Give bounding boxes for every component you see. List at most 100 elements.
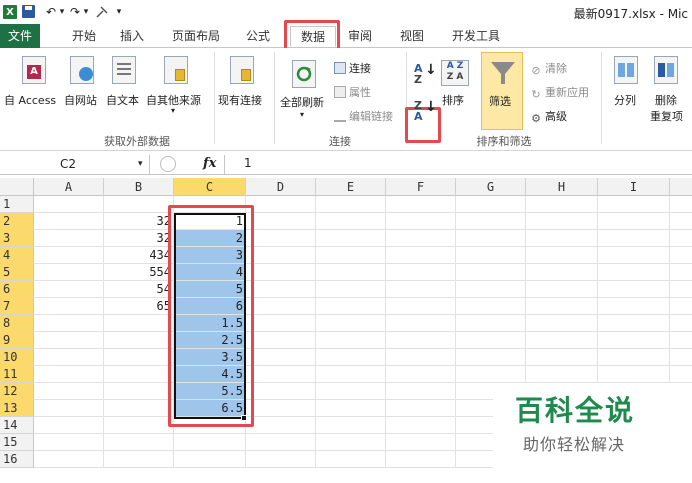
grid-cell[interactable] [34,451,104,468]
grid-cell[interactable]: 3.5 [174,349,246,366]
grid-cell[interactable] [246,434,316,451]
grid-cell[interactable] [316,264,386,281]
grid-cell[interactable] [246,451,316,468]
grid-cell[interactable] [34,196,104,213]
grid-cell[interactable] [598,315,670,332]
grid-cell[interactable] [174,196,246,213]
grid-cell[interactable] [386,417,456,434]
grid-cell[interactable] [34,264,104,281]
grid-cell[interactable]: 6.5 [174,400,246,417]
grid-cell[interactable] [670,332,692,349]
quick-access-dropdown-icon[interactable]: ▾ [114,3,124,21]
grid-cell[interactable] [598,196,670,213]
grid-cell[interactable] [526,281,598,298]
from-text-button[interactable]: 自文本 [106,92,139,108]
from-web-button[interactable]: 自网站 [64,92,97,108]
grid-cell[interactable]: 5.5 [174,383,246,400]
grid-cell[interactable] [456,332,526,349]
existing-connections-button[interactable]: 现有连接 [218,92,262,108]
row-header[interactable]: 8 [0,315,34,332]
undo-dropdown-icon[interactable]: ▾ [58,3,66,21]
grid-cell[interactable] [316,366,386,383]
grid-cell[interactable] [386,281,456,298]
grid-cell[interactable] [246,315,316,332]
row-header[interactable]: 6 [0,281,34,298]
filter-button[interactable]: 筛选 [481,52,523,130]
grid-cell[interactable] [104,349,174,366]
column-header-h[interactable]: H [526,178,598,196]
grid-cell[interactable] [34,315,104,332]
grid-cell[interactable] [670,213,692,230]
grid-cell[interactable]: 65 [104,298,174,315]
grid-cell[interactable] [456,315,526,332]
grid-cell[interactable]: 3 [174,247,246,264]
name-box[interactable]: C2 ▾ [0,155,150,174]
grid-cell[interactable]: 32 [104,230,174,247]
grid-cell[interactable] [386,349,456,366]
grid-cell[interactable] [386,332,456,349]
grid-cell[interactable] [526,264,598,281]
grid-cell[interactable] [34,400,104,417]
grid-cell[interactable]: 5 [174,281,246,298]
grid-cell[interactable] [174,451,246,468]
tab-formulas[interactable]: 公式 [238,26,278,47]
tab-home[interactable]: 开始 [64,26,104,47]
text-to-columns-button[interactable]: 分列 [614,92,636,108]
row-header[interactable]: 15 [0,434,34,451]
grid-cell[interactable] [316,332,386,349]
grid-cell[interactable] [316,383,386,400]
grid-cell[interactable] [386,247,456,264]
formula-input[interactable]: 1 [244,156,252,170]
grid-cell[interactable] [104,332,174,349]
grid-cell[interactable] [670,281,692,298]
row-header[interactable]: 9 [0,332,34,349]
grid-cell[interactable] [526,196,598,213]
save-icon[interactable] [22,5,35,18]
grid-cell[interactable]: 32 [104,213,174,230]
grid-cell[interactable] [456,349,526,366]
grid-cell[interactable] [104,451,174,468]
grid-cell[interactable] [316,434,386,451]
row-header[interactable]: 3 [0,230,34,247]
grid-cell[interactable] [670,349,692,366]
grid-cell[interactable] [104,417,174,434]
grid-cell[interactable] [316,315,386,332]
grid-cell[interactable] [34,434,104,451]
grid-cell[interactable] [246,400,316,417]
row-header[interactable]: 7 [0,298,34,315]
grid-cell[interactable]: 4 [174,264,246,281]
row-header[interactable]: 14 [0,417,34,434]
grid-cell[interactable] [104,383,174,400]
customize-tool-icon[interactable] [94,3,110,21]
tab-developer[interactable]: 开发工具 [444,26,508,47]
grid-cell[interactable] [246,332,316,349]
grid-cell[interactable] [246,264,316,281]
grid-cell[interactable] [316,196,386,213]
grid-cell[interactable] [386,383,456,400]
grid-cell[interactable] [246,213,316,230]
grid-cell[interactable] [670,315,692,332]
tab-insert[interactable]: 插入 [112,26,152,47]
grid-cell[interactable] [386,213,456,230]
grid-cell[interactable] [316,349,386,366]
grid-cell[interactable] [316,417,386,434]
grid-cell[interactable] [316,298,386,315]
grid-cell[interactable] [386,400,456,417]
select-all-corner[interactable] [0,178,34,196]
grid-cell[interactable]: 1.5 [174,315,246,332]
grid-cell[interactable] [670,298,692,315]
grid-cell[interactable] [386,315,456,332]
other-sources-dropdown-icon[interactable]: ▾ [171,106,175,115]
grid-cell[interactable] [598,366,670,383]
tab-view[interactable]: 视图 [392,26,432,47]
grid-cell[interactable] [456,298,526,315]
column-header-b[interactable]: B [104,178,174,196]
row-header[interactable]: 5 [0,264,34,281]
grid-cell[interactable] [104,434,174,451]
grid-cell[interactable]: 2 [174,230,246,247]
fill-handle[interactable] [241,415,247,421]
grid-cell[interactable] [670,264,692,281]
grid-cell[interactable] [598,213,670,230]
grid-cell[interactable] [174,417,246,434]
grid-cell[interactable] [34,366,104,383]
